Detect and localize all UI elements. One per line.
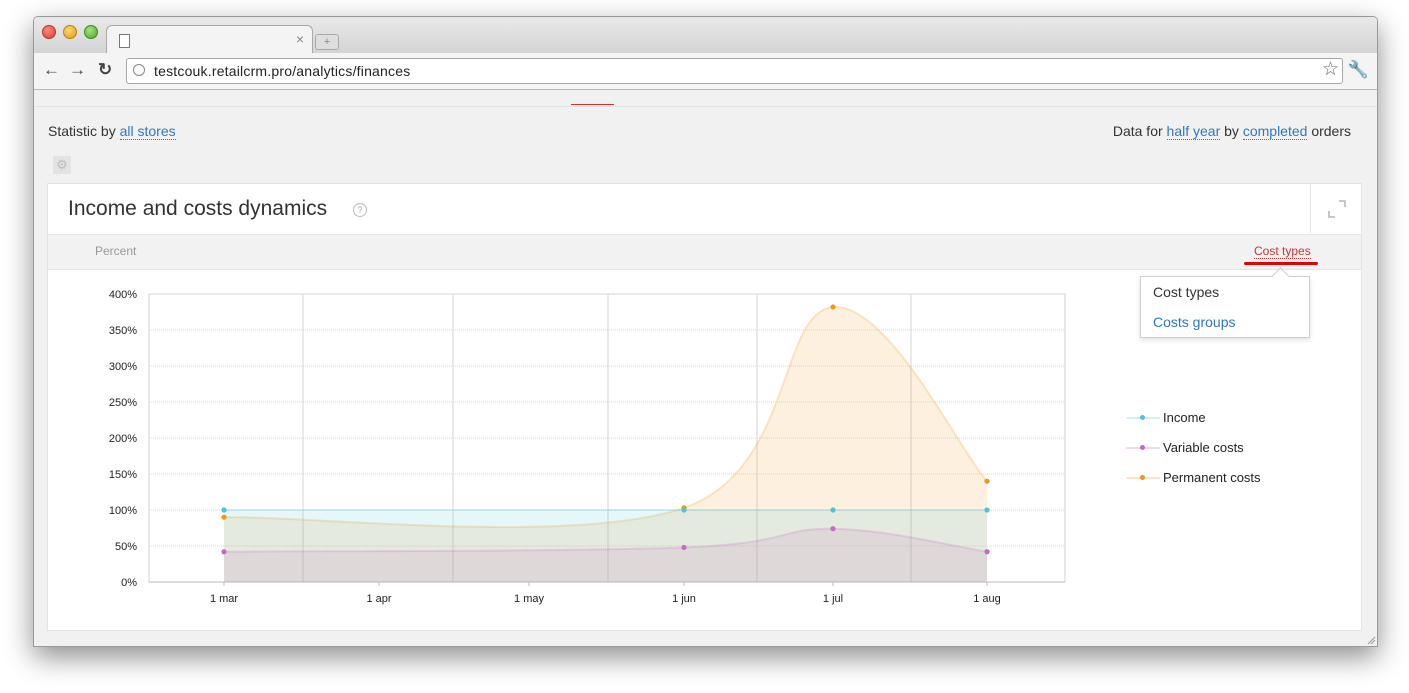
url-text[interactable]: testcouk.retailcrm.pro/analytics/finance… xyxy=(154,63,410,79)
wrench-icon[interactable]: 🔧 xyxy=(1348,60,1369,80)
new-tab-button[interactable]: + xyxy=(315,34,339,50)
data-point xyxy=(830,304,836,310)
help-icon[interactable]: ? xyxy=(353,203,367,217)
data-point xyxy=(221,549,227,555)
data-point xyxy=(681,507,687,513)
statistic-prefix: Statistic by xyxy=(48,123,116,139)
data-point xyxy=(984,478,990,484)
y-tick-label: 0% xyxy=(121,577,137,589)
y-tick-label: 150% xyxy=(109,469,137,481)
globe-icon xyxy=(133,64,145,76)
browser-toolbar: ← → ↻ testcouk.retailcrm.pro/analytics/f… xyxy=(34,53,1377,90)
y-tick-label: 350% xyxy=(109,325,137,337)
data-point xyxy=(984,549,990,555)
statistic-line: Statistic by all stores xyxy=(48,123,176,140)
income-costs-card: Income and costs dynamics ? Percent Cost… xyxy=(47,183,1362,631)
data-point xyxy=(830,526,836,532)
x-tick-label: 1 jun xyxy=(672,593,696,605)
data-point xyxy=(221,507,227,513)
x-tick-label: 1 aug xyxy=(973,593,1001,605)
active-nav-underline xyxy=(571,104,614,105)
cost-types-highlight xyxy=(1244,262,1318,265)
tab-close-icon[interactable]: × xyxy=(296,31,304,47)
y-tick-label: 200% xyxy=(109,433,137,445)
forward-arrow-icon[interactable]: → xyxy=(69,61,86,79)
data-period-line: Data for half year by completed orders xyxy=(1112,123,1351,140)
cost-types-dropdown: Cost types Costs groups xyxy=(1140,276,1310,338)
legend-marker xyxy=(1140,415,1145,420)
browser-window: × + ← → ↻ testcouk.retailcrm.pro/analyti… xyxy=(33,16,1378,647)
browser-tab[interactable]: × xyxy=(106,25,313,54)
nav-separator xyxy=(34,106,1377,107)
resize-grip-icon[interactable] xyxy=(1366,635,1376,645)
x-tick-label: 1 apr xyxy=(366,593,391,605)
reload-icon[interactable]: ↻ xyxy=(98,61,112,79)
stores-filter-link[interactable]: all stores xyxy=(119,123,176,140)
data-for-label: Data for xyxy=(1112,123,1163,139)
y-tick-label: 250% xyxy=(109,397,137,409)
data-point xyxy=(681,544,687,551)
legend-marker xyxy=(1140,445,1145,450)
percent-label: Percent xyxy=(95,244,137,258)
by-label: by xyxy=(1224,123,1239,139)
y-tick-label: 400% xyxy=(109,289,137,301)
zoom-window-button[interactable] xyxy=(84,25,98,39)
legend-label: Variable costs xyxy=(1163,440,1244,455)
page-icon xyxy=(119,34,130,48)
expand-button[interactable] xyxy=(1310,184,1361,233)
data-point xyxy=(221,514,227,520)
data-point xyxy=(984,507,990,513)
dropdown-item-costs-groups[interactable]: Costs groups xyxy=(1153,314,1235,330)
period-link[interactable]: half year xyxy=(1166,123,1221,140)
y-tick-label: 50% xyxy=(115,541,137,553)
area-chart: 0% 50% 100% 150% 200% 250% 300% 350% 400% 1 mar 1 … xyxy=(109,289,1066,605)
x-tick-label: 1 mar xyxy=(210,593,238,605)
legend-label: Income xyxy=(1163,410,1206,425)
x-tick-label: 1 may xyxy=(514,593,544,605)
data-point xyxy=(830,507,836,513)
cost-types-toggle[interactable]: Cost types xyxy=(1254,244,1311,259)
order-status-link[interactable]: completed xyxy=(1242,123,1308,140)
expand-icon xyxy=(1328,200,1346,218)
y-tick-label: 100% xyxy=(109,505,137,517)
settings-gear-icon[interactable]: ⚙ xyxy=(53,156,71,174)
orders-label: orders xyxy=(1311,123,1351,139)
address-bar[interactable]: testcouk.retailcrm.pro/analytics/finance… xyxy=(126,58,1343,84)
x-tick-label: 1 jul xyxy=(823,593,843,605)
title-bar: × + xyxy=(34,17,1377,54)
bookmark-star-icon[interactable]: ☆ xyxy=(1322,60,1339,80)
legend-marker xyxy=(1140,475,1145,480)
dropdown-item-cost-types[interactable]: Cost types xyxy=(1153,284,1219,300)
chart-subbar: Percent Cost types xyxy=(48,234,1361,270)
card-title: Income and costs dynamics xyxy=(68,197,328,220)
page-content: Statistic by all stores Data for half ye… xyxy=(34,90,1377,646)
back-arrow-icon[interactable]: ← xyxy=(43,61,60,79)
legend-label: Permanent costs xyxy=(1163,470,1261,485)
minimize-window-button[interactable] xyxy=(63,25,77,39)
y-tick-label: 300% xyxy=(109,361,137,373)
close-window-button[interactable] xyxy=(42,25,56,39)
